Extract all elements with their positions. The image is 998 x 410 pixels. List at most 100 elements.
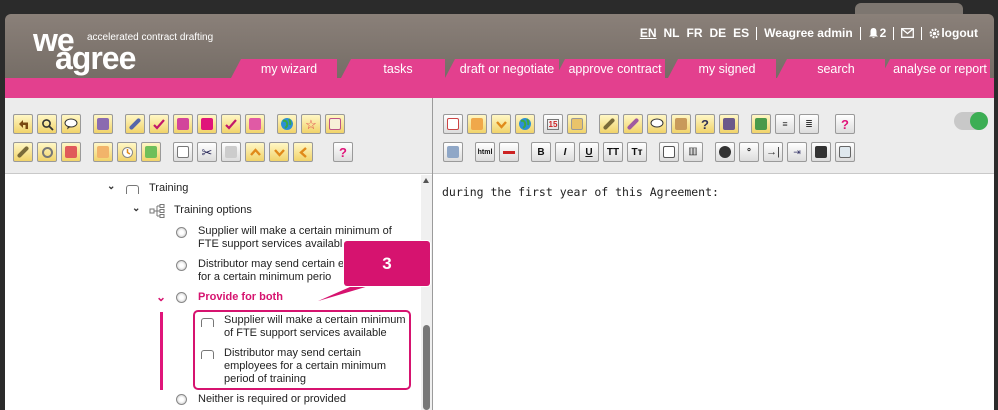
help-edit-button[interactable]: [197, 114, 217, 134]
tab-search[interactable]: search: [777, 59, 885, 78]
undo-button[interactable]: [13, 114, 33, 134]
notifications[interactable]: 2: [868, 26, 886, 40]
view-toggle[interactable]: [954, 112, 988, 130]
uppercase-button[interactable]: TT: [603, 142, 623, 162]
document-stack-button[interactable]: [93, 114, 113, 134]
tab-draft-or-negotiate[interactable]: draft or negotiate: [445, 59, 559, 78]
option2-line1[interactable]: Distributor may send certain e: [198, 258, 344, 271]
cut-button[interactable]: ✂: [197, 142, 217, 162]
lang-en[interactable]: EN: [640, 26, 657, 40]
lang-nl[interactable]: NL: [663, 26, 679, 40]
refresh-button[interactable]: [37, 142, 57, 162]
underline-button[interactable]: U: [579, 142, 599, 162]
tree-scrollbar[interactable]: [421, 175, 432, 410]
condition-button[interactable]: [491, 114, 511, 134]
horizontal-rule-button[interactable]: [499, 142, 519, 162]
erase-button[interactable]: [173, 114, 193, 134]
folder-button[interactable]: [325, 114, 345, 134]
degree-button[interactable]: °: [739, 142, 759, 162]
option1-line2[interactable]: FTE support services availabl: [198, 238, 342, 251]
bullet-list-button[interactable]: ≣: [799, 114, 819, 134]
remove-button[interactable]: [61, 142, 81, 162]
lang-de[interactable]: DE: [709, 26, 726, 40]
highlight-button[interactable]: [811, 142, 831, 162]
chevron-down-icon[interactable]: ⌄: [156, 290, 166, 304]
add-branch-button[interactable]: [141, 142, 161, 162]
find-button[interactable]: [37, 114, 57, 134]
option-radio[interactable]: [176, 227, 187, 238]
field-button[interactable]: [443, 114, 463, 134]
help-button[interactable]: ?: [333, 142, 353, 162]
move-up-button[interactable]: [245, 142, 265, 162]
smallcaps-label: Tт: [631, 146, 643, 158]
option-provide-for-both[interactable]: Provide for both: [198, 291, 283, 304]
indent-button[interactable]: →|: [763, 142, 783, 162]
help-button[interactable]: ?: [835, 114, 855, 134]
table-button[interactable]: [719, 114, 739, 134]
italic-button[interactable]: I: [555, 142, 575, 162]
comment-button[interactable]: [61, 114, 81, 134]
document-text[interactable]: during the first year of this Agreement:: [442, 185, 719, 199]
move-left-button[interactable]: [293, 142, 313, 162]
approve-button[interactable]: [221, 114, 241, 134]
insert-answer-button[interactable]: [467, 114, 487, 134]
globe-button[interactable]: [277, 114, 297, 134]
scroll-thumb[interactable]: [423, 325, 430, 410]
approve-edit-button[interactable]: [149, 114, 169, 134]
option-radio-selected[interactable]: [176, 292, 187, 303]
list-icon: ≣: [805, 118, 813, 129]
scroll-up-arrow[interactable]: [423, 178, 429, 183]
tree-item-training[interactable]: Training: [149, 182, 188, 195]
speech-bubble-icon: [64, 118, 78, 130]
chevron-down-icon[interactable]: ⌄: [132, 203, 140, 214]
move-down-button[interactable]: [269, 142, 289, 162]
insert-table-button[interactable]: [659, 142, 679, 162]
option-neither[interactable]: Neither is required or provided: [198, 393, 346, 406]
globe-button[interactable]: [515, 114, 535, 134]
question-button[interactable]: ?: [695, 114, 715, 134]
option-radio[interactable]: [176, 260, 187, 271]
clause-icon: [126, 185, 139, 194]
html-button[interactable]: html: [475, 142, 495, 162]
tab-my-signed[interactable]: my signed: [668, 59, 776, 78]
text-color-button[interactable]: [715, 142, 735, 162]
tabstop-button[interactable]: ⇥: [787, 142, 807, 162]
copy-button[interactable]: [173, 142, 193, 162]
numbered-list-button[interactable]: ≡: [775, 114, 795, 134]
tree-item-training-options[interactable]: Training options: [174, 204, 252, 217]
edit-button[interactable]: [125, 114, 145, 134]
import-button[interactable]: [751, 114, 771, 134]
bold-button[interactable]: B: [531, 142, 551, 162]
logout-link[interactable]: logout: [929, 26, 978, 40]
smallcaps-button[interactable]: Tт: [627, 142, 647, 162]
insert-button[interactable]: [93, 142, 113, 162]
box-button[interactable]: [671, 114, 691, 134]
image-button[interactable]: [835, 142, 855, 162]
option2-line2[interactable]: for a certain minimum perio: [198, 271, 331, 284]
user-name[interactable]: Weagree admin: [764, 26, 852, 40]
comment-button[interactable]: [647, 114, 667, 134]
save-button[interactable]: [443, 142, 463, 162]
option-radio[interactable]: [176, 394, 187, 405]
italic-label: I: [563, 146, 567, 158]
lang-es[interactable]: ES: [733, 26, 749, 40]
date-button[interactable]: 15: [543, 114, 563, 134]
tab-analyse-or-report[interactable]: analyse or report: [880, 59, 990, 78]
tab-tasks[interactable]: tasks: [341, 59, 445, 78]
favorite-button[interactable]: ☆: [301, 114, 321, 134]
option1-line1[interactable]: Supplier will make a certain minimum of: [198, 225, 392, 238]
tag-icon: [249, 118, 261, 130]
columns-button[interactable]: ▥: [683, 142, 703, 162]
tag-button[interactable]: [245, 114, 265, 134]
tab-my-wizard[interactable]: my wizard: [231, 59, 337, 78]
clock-button[interactable]: [117, 142, 137, 162]
chevron-down-icon[interactable]: ⌄: [107, 181, 115, 192]
mail-icon[interactable]: [901, 28, 915, 38]
variable-button[interactable]: [567, 114, 587, 134]
lang-fr[interactable]: FR: [686, 26, 702, 40]
paste-button[interactable]: [221, 142, 241, 162]
tab-approve-contract[interactable]: approve contract: [555, 59, 665, 78]
pencil-button[interactable]: [13, 142, 33, 162]
edit-alt-button[interactable]: [623, 114, 643, 134]
edit-button[interactable]: [599, 114, 619, 134]
